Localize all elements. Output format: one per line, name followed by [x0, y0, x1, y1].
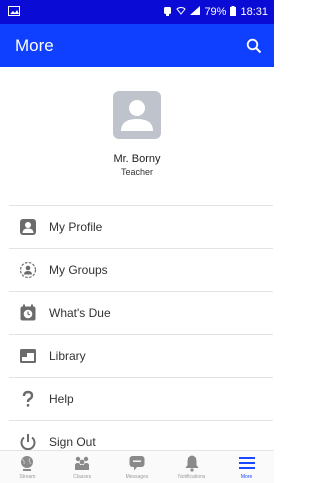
- menu-icon: [237, 454, 257, 472]
- nav-item-notifications[interactable]: Notifications: [165, 451, 219, 480]
- nav-label: Notifications: [178, 474, 206, 480]
- status-bar: 79% 18:31: [0, 0, 274, 24]
- menu-label: Sign Out: [49, 435, 96, 449]
- menu-item-help[interactable]: Help: [9, 377, 273, 420]
- power-icon: [18, 432, 38, 452]
- nav-item-messages[interactable]: Messages: [110, 451, 164, 480]
- page-title: More: [15, 35, 54, 55]
- wifi-icon: [176, 6, 187, 18]
- nav-item-classes[interactable]: Classes: [55, 451, 109, 480]
- groups-icon: [18, 260, 38, 280]
- globe-icon: [17, 454, 37, 472]
- gallery-notification-icon: [8, 5, 20, 19]
- nav-item-more[interactable]: More: [220, 451, 274, 480]
- menu-label: Library: [49, 349, 86, 363]
- battery-percent: 79%: [204, 6, 227, 18]
- menu-label: Help: [49, 392, 74, 406]
- menu-label: What's Due: [49, 306, 111, 320]
- avatar[interactable]: [113, 91, 161, 139]
- nav-label: Stream: [19, 474, 36, 480]
- chat-icon: [127, 454, 147, 472]
- nav-label: More: [240, 474, 253, 480]
- search-icon[interactable]: [244, 36, 264, 56]
- more-menu: My Profile My Groups What's Due Library …: [9, 205, 273, 463]
- battery-icon: [230, 5, 237, 19]
- nav-item-stream[interactable]: Stream: [0, 451, 54, 480]
- avatar-placeholder-icon: [121, 100, 153, 131]
- library-icon: [18, 346, 38, 366]
- menu-item-my-profile[interactable]: My Profile: [9, 205, 273, 248]
- bottom-nav: Stream Classes Messages Notifications Mo…: [0, 450, 274, 483]
- status-left: [8, 5, 20, 19]
- alarm-icon: [163, 6, 172, 19]
- app-bar: More: [0, 24, 274, 67]
- signal-icon: [190, 6, 201, 18]
- bell-icon: [182, 454, 202, 472]
- menu-item-whats-due[interactable]: What's Due: [9, 291, 273, 334]
- user-card-icon: [18, 217, 38, 237]
- menu-label: My Profile: [49, 220, 103, 234]
- profile-card: Mr. Borny Teacher: [0, 67, 274, 205]
- user-name: Mr. Borny: [113, 153, 161, 165]
- nav-label: Messages: [125, 474, 149, 480]
- user-role: Teacher: [120, 167, 154, 177]
- status-right: 79% 18:31: [163, 5, 268, 19]
- menu-item-my-groups[interactable]: My Groups: [9, 248, 273, 291]
- menu-item-library[interactable]: Library: [9, 334, 273, 377]
- menu-label: My Groups: [49, 263, 108, 277]
- nav-label: Classes: [73, 474, 92, 480]
- classes-icon: [72, 454, 92, 472]
- question-mark-icon: [18, 389, 38, 409]
- calendar-clock-icon: [18, 303, 38, 323]
- status-time: 18:31: [240, 6, 268, 18]
